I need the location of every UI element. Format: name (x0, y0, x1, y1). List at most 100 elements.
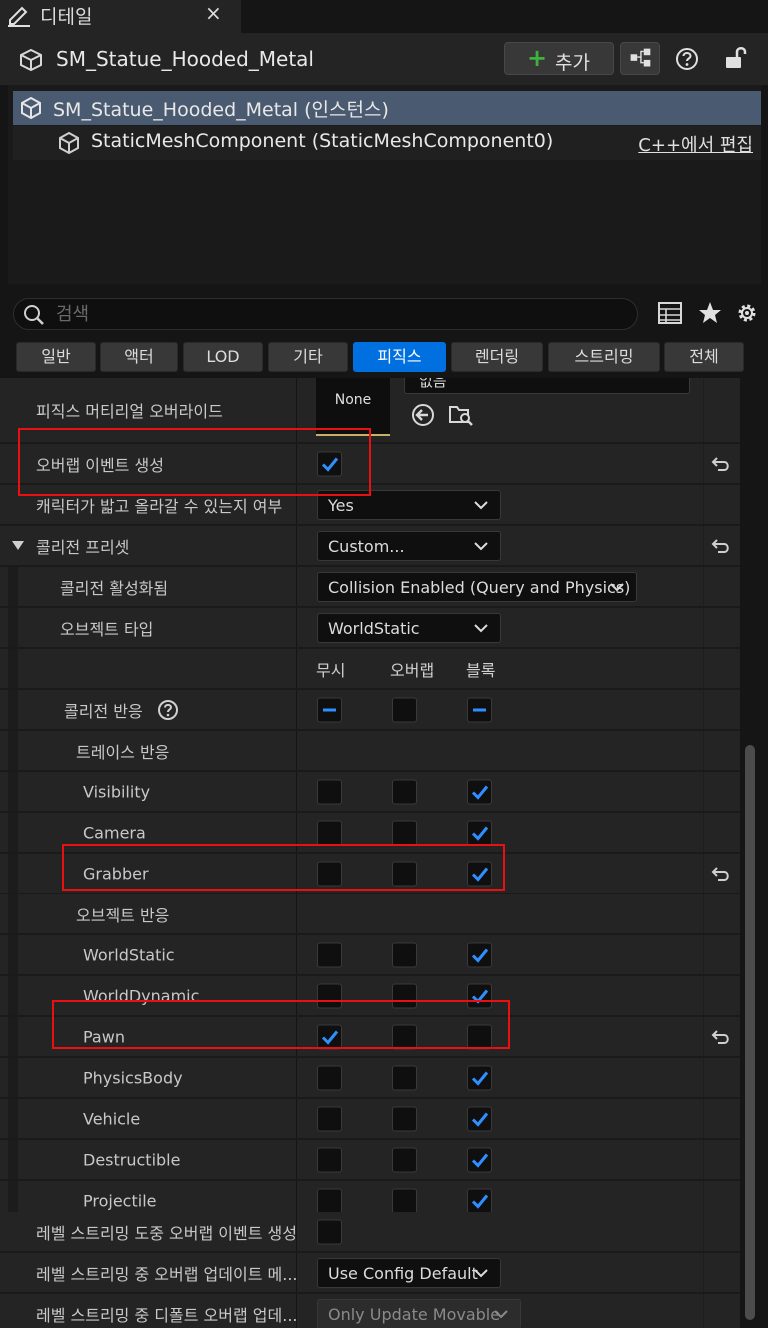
reset-to-default-icon[interactable] (710, 865, 732, 883)
object-name: SM_Statue_Hooded_Metal (56, 47, 314, 71)
reset-to-default-icon[interactable] (710, 455, 732, 473)
block-checkbox[interactable] (467, 1147, 492, 1172)
default-update-overlaps-dropdown: Only Update Movable (317, 1298, 521, 1328)
tab-title: 디테일 (40, 6, 93, 28)
asset-picker-combo[interactable]: 없음 (404, 378, 690, 394)
block-checkbox[interactable] (467, 1188, 492, 1213)
checkmark-icon (471, 1071, 489, 1086)
close-tab-icon[interactable]: × (205, 1, 222, 25)
help-icon[interactable] (157, 699, 179, 721)
collision-enabled-dropdown[interactable]: Collision Enabled (Query and Physics) (317, 571, 637, 602)
overlap-checkbox[interactable] (392, 779, 417, 804)
ignore-checkbox[interactable] (317, 1147, 342, 1172)
checkmark-icon (471, 948, 489, 963)
channel-row-vehicle: Vehicle (0, 1099, 740, 1139)
all-overlap-checkbox[interactable] (392, 697, 417, 722)
expand-arrow-icon[interactable] (12, 541, 24, 551)
tab-general[interactable]: 일반 (16, 342, 96, 372)
overlap-checkbox[interactable] (392, 1147, 417, 1172)
unlock-icon[interactable] (722, 44, 750, 72)
overlap-checkbox[interactable] (392, 1065, 417, 1090)
favorite-star-icon[interactable] (697, 300, 723, 326)
prop-label: 레벨 스트리밍 중 오버랩 업데이트 메... (36, 1264, 298, 1284)
block-column-header: 블록 (466, 661, 496, 680)
channel-row-visibility: Visibility (0, 772, 740, 812)
title-tab-bar: 디테일 × (0, 0, 768, 33)
overlap-checkbox[interactable] (392, 820, 417, 845)
tab-rendering[interactable]: 렌더링 (451, 342, 543, 372)
browse-asset-icon[interactable] (448, 402, 474, 428)
pencil-icon (8, 6, 30, 27)
channel-row-worldstatic: WorldStatic (0, 935, 740, 975)
blueprint-hierarchy-button[interactable] (620, 42, 660, 75)
block-checkbox[interactable] (467, 1106, 492, 1131)
tab-actor[interactable]: 액터 (100, 342, 178, 372)
prop-collision-responses: 콜리전 반응 (0, 690, 740, 730)
prop-label: 콜리전 반응 (64, 701, 143, 721)
actor-icon (21, 96, 41, 120)
channel-label: Vehicle (83, 1109, 141, 1128)
ignore-checkbox[interactable] (317, 1065, 342, 1090)
scrollbar-thumb[interactable] (745, 745, 755, 1320)
prop-label: 피직스 머티리얼 오버라이드 (36, 402, 223, 421)
prop-default-update-overlaps: 레벨 스트리밍 중 디폴트 오버랩 업데... Only Update Mova… (0, 1294, 740, 1328)
tab-physics[interactable]: 피직스 (353, 342, 446, 372)
collision-response-header-row: 무시 오버랩 블록 (0, 649, 740, 689)
prop-label: 오브젝트 타입 (60, 619, 154, 639)
settings-gear-icon[interactable] (734, 300, 760, 326)
all-ignore-checkbox[interactable] (317, 697, 342, 722)
tab-misc[interactable]: 기타 (268, 342, 348, 372)
search-input[interactable] (56, 302, 616, 326)
reset-to-default-icon[interactable] (710, 1028, 732, 1046)
collision-presets-dropdown[interactable]: Custom... (317, 530, 501, 561)
overlap-checkbox[interactable] (392, 942, 417, 967)
ignore-checkbox[interactable] (317, 942, 342, 967)
ignore-checkbox[interactable] (317, 1188, 342, 1213)
chevron-down-icon (610, 582, 624, 591)
components-tree: SM_Statue_Hooded_Metal (인스턴스) StaticMesh… (8, 85, 761, 284)
use-selected-asset-icon[interactable] (410, 402, 436, 428)
object-type-dropdown[interactable]: WorldStatic (317, 612, 501, 643)
channel-row-physicsbody: PhysicsBody (0, 1058, 740, 1098)
table-view-icon[interactable] (657, 300, 683, 326)
component-root-item[interactable]: SM_Statue_Hooded_Metal (인스턴스) (13, 91, 761, 125)
channel-row-destructible: Destructible (0, 1140, 740, 1180)
add-label: 추가 (555, 52, 590, 74)
checkmark-icon (471, 1112, 489, 1127)
block-checkbox[interactable] (467, 820, 492, 845)
ignore-checkbox[interactable] (317, 820, 342, 845)
edit-in-cpp-link[interactable]: C++에서 편집 (638, 131, 753, 157)
search-box[interactable] (13, 298, 638, 330)
block-checkbox[interactable] (467, 942, 492, 967)
prop-label: 오브젝트 반응 (76, 905, 170, 925)
ignore-column-header: 무시 (316, 661, 346, 680)
thumbnail-label: None (334, 392, 372, 408)
all-block-checkbox[interactable] (467, 697, 492, 722)
level-streaming-overlap-checkbox[interactable] (317, 1219, 342, 1244)
checkmark-icon (471, 826, 489, 841)
help-icon[interactable] (674, 46, 700, 72)
update-overlaps-method-dropdown[interactable]: Use Config Default (317, 1257, 501, 1288)
component-child-item[interactable]: StaticMeshComponent (StaticMeshComponent… (13, 126, 761, 160)
tab-all[interactable]: 전체 (664, 342, 744, 372)
highlight-generate-overlap (18, 428, 371, 496)
add-component-button[interactable]: + 추가 (504, 42, 614, 75)
prop-update-overlaps-method: 레벨 스트리밍 중 오버랩 업데이트 메... Use Config Defau… (0, 1253, 740, 1293)
reset-to-default-icon[interactable] (710, 537, 732, 555)
overlap-checkbox[interactable] (392, 1106, 417, 1131)
block-checkbox[interactable] (467, 1065, 492, 1090)
channel-label: Visibility (83, 782, 151, 801)
channel-label: Camera (83, 823, 146, 842)
indeterminate-icon (323, 708, 336, 711)
overlap-column-header: 오버랩 (390, 661, 435, 680)
block-checkbox[interactable] (467, 779, 492, 804)
channel-label: PhysicsBody (83, 1068, 183, 1087)
tab-streaming[interactable]: 스트리밍 (548, 342, 660, 372)
tab-lod[interactable]: LOD (183, 342, 263, 372)
plus-icon: + (527, 44, 548, 72)
details-tab[interactable]: 디테일 × (0, 0, 241, 33)
overlap-checkbox[interactable] (392, 1188, 417, 1213)
ignore-checkbox[interactable] (317, 779, 342, 804)
ignore-checkbox[interactable] (317, 1106, 342, 1131)
checkmark-icon (471, 1153, 489, 1168)
